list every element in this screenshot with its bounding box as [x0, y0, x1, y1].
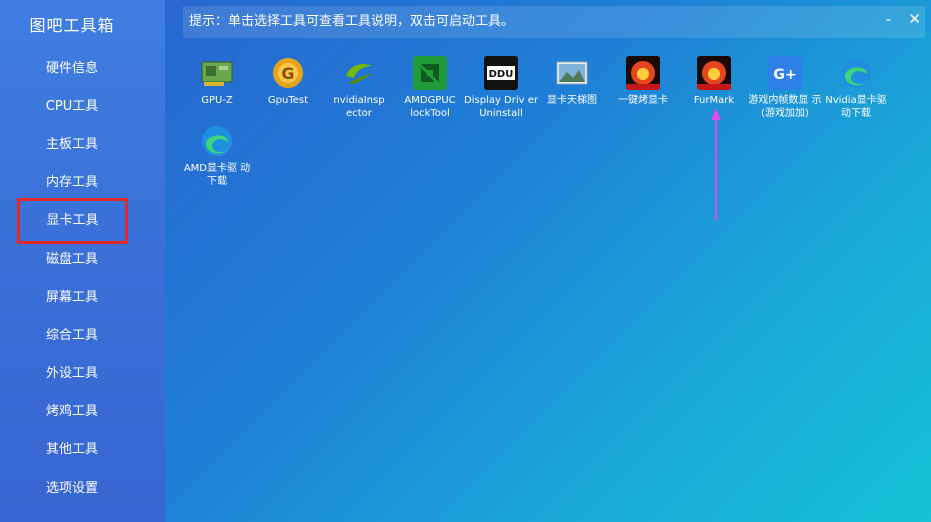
tool-one-click-burn[interactable]: 一键烤显卡 [606, 56, 680, 107]
tool-nvidia-inspector[interactable]: nvidiaInsp ector [322, 56, 396, 120]
sidebar-item-peripheral-tools[interactable]: 外设工具 [0, 359, 144, 389]
svg-text:G+: G+ [773, 67, 796, 83]
sidebar-item-other-tools[interactable]: 其他工具 [0, 435, 144, 465]
app-window: 图吧工具箱 硬件信息 CPU工具 主板工具 内存工具 显卡工具 磁盘工具 屏幕工… [0, 0, 931, 522]
tool-nvidia-driver-download[interactable]: Nvidia显卡驱 动下载 [819, 56, 893, 120]
tool-amd-driver-download[interactable]: AMD显卡驱 动下载 [180, 124, 254, 188]
sidebar-item-memory-tools[interactable]: 内存工具 [0, 168, 144, 198]
tool-label: Display Driv er Uninstall [464, 95, 538, 119]
ddu-icon: DDU [484, 56, 518, 90]
landscape-icon [556, 61, 588, 85]
sidebar-item-gpu-tools[interactable]: 显卡工具 [17, 198, 128, 244]
tool-label: GPU-Z [201, 95, 233, 106]
edge-icon [841, 58, 871, 88]
furmark-icon [697, 56, 731, 90]
sidebar-item-screen-tools[interactable]: 屏幕工具 [0, 283, 144, 313]
svg-text:G: G [281, 64, 294, 83]
nvidia-icon [346, 64, 372, 84]
tool-ddu[interactable]: DDU Display Driv er Uninstall [464, 56, 538, 120]
tool-label: GpuTest [267, 95, 309, 106]
sidebar-item-general-tools[interactable]: 综合工具 [0, 321, 144, 351]
sidebar-item-motherboard-tools[interactable]: 主板工具 [0, 130, 144, 160]
hint-bar: 提示：单击选择工具可查看工具说明，双击可启动工具。 [183, 6, 925, 38]
sidebar-item-disk-tools[interactable]: 磁盘工具 [0, 245, 144, 275]
gplus-icon: G+ [768, 56, 802, 90]
amd-icon [413, 56, 447, 90]
tool-label: 显卡天梯图 [547, 95, 597, 106]
tool-amdgpu-clocktool[interactable]: AMDGPUC lockTool [393, 56, 467, 120]
edge-icon [202, 126, 232, 156]
tool-label: Nvidia显卡驱 动下载 [825, 95, 887, 119]
sidebar-item-settings[interactable]: 选项设置 [0, 474, 144, 504]
annotation-arrow [711, 108, 721, 220]
app-title: 图吧工具箱 [29, 16, 115, 35]
tool-label: FurMark [693, 95, 735, 106]
sidebar-item-hardware-info[interactable]: 硬件信息 [0, 54, 144, 84]
gpu-card-icon [201, 61, 233, 86]
tool-label: AMDGPUC lockTool [404, 95, 456, 119]
tool-game-fps-overlay[interactable]: G+ 游戏内帧数显 示(游戏加加) [748, 56, 822, 120]
tool-label: AMD显卡驱 动下载 [183, 163, 251, 187]
tool-gpu-z[interactable]: GPU-Z [180, 56, 254, 107]
close-button[interactable]: ✕ [908, 10, 921, 28]
svg-text:DDU: DDU [489, 69, 514, 80]
minimize-button[interactable]: - [886, 10, 891, 28]
tool-label: 游戏内帧数显 示(游戏加加) [748, 95, 822, 119]
tool-furmark[interactable]: FurMark [677, 56, 751, 107]
tool-gpu-ladder[interactable]: 显卡天梯图 [535, 56, 609, 107]
sidebar-item-stress-tools[interactable]: 烤鸡工具 [0, 397, 144, 427]
sidebar: 图吧工具箱 硬件信息 CPU工具 主板工具 内存工具 显卡工具 磁盘工具 屏幕工… [0, 0, 165, 522]
furmark-icon [626, 56, 660, 90]
hint-text: 提示：单击选择工具可查看工具说明，双击可启动工具。 [189, 14, 515, 29]
sidebar-item-cpu-tools[interactable]: CPU工具 [0, 92, 144, 122]
tool-label: 一键烤显卡 [618, 95, 668, 106]
tool-gputest[interactable]: G GpuTest [251, 56, 325, 107]
tool-label: nvidiaInsp ector [333, 95, 385, 119]
gear-g-icon: G [273, 58, 303, 88]
